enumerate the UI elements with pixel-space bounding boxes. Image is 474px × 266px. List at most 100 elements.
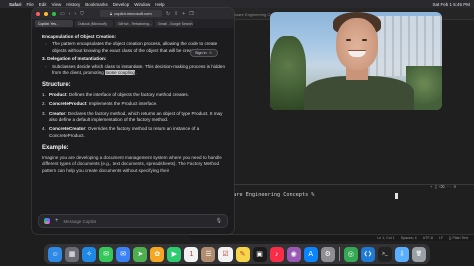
new-terminal-icon[interactable]: + (430, 184, 432, 189)
dock-mail-icon[interactable]: ✉ (116, 246, 131, 262)
dock-calendar-icon[interactable]: 1 (184, 246, 199, 262)
copilot-logo-icon (44, 218, 50, 224)
tab-overview-icon[interactable]: ❐ (189, 11, 193, 17)
status-position[interactable]: Ln 1, Col 1 (377, 236, 394, 240)
item3-num: 3. (42, 56, 46, 62)
dock-podcasts-icon[interactable]: ◉ (286, 246, 301, 262)
webcam-face (336, 18, 378, 70)
item3-text-before: Subclasses decide which class to instant… (52, 63, 226, 76)
dock-facetime-icon[interactable]: ▶ (167, 246, 182, 262)
structure-item-desc: : Declares the factory method, which ret… (49, 110, 223, 123)
item3-text-after: . (135, 70, 137, 76)
webcam-eye-left (346, 39, 351, 41)
user-icon: ☺ (208, 51, 213, 55)
lock-icon: 🔒︎ (109, 11, 113, 16)
structure-item-name: ConcreteProduct (49, 101, 87, 107)
dock-trash-icon[interactable]: 🗑 (411, 246, 426, 262)
terminal-toolbar: + ▯ ⌫ ⋯ ✕ (430, 184, 457, 189)
dock-launchpad-icon[interactable]: ▦ (65, 246, 80, 262)
dock-music-icon[interactable]: ♪ (269, 246, 284, 262)
status-spaces[interactable]: Spaces: 4 (401, 236, 417, 240)
item2-title: Encapsulation of Object Creation: (42, 34, 117, 39)
structure-item-desc: : Implements the Product interface. (86, 101, 158, 107)
dock-terminal-icon[interactable]: >_ (377, 246, 392, 262)
example-text: Imagine you are developing a document ma… (42, 154, 222, 173)
add-attachment-icon[interactable]: + (55, 218, 59, 224)
structure-item: 3. Creator: Declares the factory method,… (42, 111, 226, 124)
status-encoding[interactable]: UTF-8 (423, 236, 433, 240)
menubar-app-name[interactable]: Safari (9, 2, 22, 7)
more-icon[interactable]: ⋯ (447, 184, 451, 189)
share-icon[interactable]: ⇧ (174, 11, 178, 17)
dock-downloads-icon[interactable]: ⇩ (394, 246, 409, 262)
webcam-eye-right (362, 39, 367, 41)
dock-messages-icon[interactable]: ✉ (99, 246, 114, 262)
menubar-item-history[interactable]: History (66, 2, 80, 7)
tab-bar: Copilot: Yes... Outlook (Microsoft) GitH… (32, 19, 234, 28)
webcam-shirt (304, 76, 414, 110)
menubar-clock[interactable]: Sat Feb 1 5:45 PM (432, 2, 470, 7)
close-window-button[interactable] (36, 11, 40, 16)
structure-item-num: 2. (42, 101, 46, 107)
structure-item-num: 4. (42, 126, 46, 132)
item3-title: Delegation of Instantiation: (47, 56, 107, 62)
status-eol[interactable]: LF (439, 236, 443, 240)
reload-icon[interactable]: ↻ (166, 11, 170, 17)
menubar-item-window[interactable]: Window (134, 2, 150, 7)
structure-heading: Structure: (42, 82, 71, 89)
dock-chrome-icon[interactable]: ◎ (343, 246, 358, 262)
sign-in-label: Sign in (195, 51, 207, 55)
dock-notes-icon[interactable]: ✎ (235, 246, 250, 262)
menubar-item-view[interactable]: View (52, 2, 62, 7)
structure-item-desc: : Defines the interface of objects the f… (66, 91, 189, 97)
dock-system-settings-icon[interactable]: ⚙ (320, 246, 335, 262)
structure-item: 2. ConcreteProduct: Implements the Produ… (42, 101, 226, 107)
address-text: copilot.microsoft.com (114, 11, 152, 16)
dock: ☺ ▦ ✧ ✉ ✉ ➤ ✿ ▶ 1 ☰ ☑ ✎ ▣ ♪ ◉ A ⚙ ◎ ❮❯ >_ ⇩ 🗑 (44, 244, 430, 264)
dock-vscode-icon[interactable]: ❮❯ (360, 246, 375, 262)
browser-window: ▭ ‹ › ⛉ 🔒︎ copilot.microsoft.com ↻ ⇧ + ❐… (32, 8, 234, 234)
dock-maps-icon[interactable]: ➤ (133, 246, 148, 262)
menubar-item-edit[interactable]: Edit (39, 2, 47, 7)
back-icon[interactable]: ‹ (69, 11, 71, 17)
address-bar[interactable]: 🔒︎ copilot.microsoft.com (99, 10, 162, 17)
menubar-item-help[interactable]: Help (155, 2, 164, 7)
status-language[interactable]: {} Plain Text (449, 236, 468, 240)
minimize-window-button[interactable] (44, 11, 48, 16)
forward-icon[interactable]: › (74, 11, 76, 17)
dock-app-store-icon[interactable]: A (303, 246, 318, 262)
example-heading: Example: (42, 145, 69, 152)
microphone-icon[interactable]: 🎙︎ (216, 218, 222, 224)
structure-item: 4. ConcreteCreator: Overrides the factor… (42, 126, 226, 139)
new-tab-icon[interactable]: + (182, 11, 185, 17)
menubar: Safari File Edit View History Bookmarks … (0, 0, 474, 8)
close-panel-icon[interactable]: ✕ (453, 184, 456, 189)
highlighted-text[interactable]: loose coupling (105, 70, 136, 76)
webcam-tree-left (270, 36, 306, 110)
trash-terminal-icon[interactable]: ⌫ (439, 184, 445, 189)
dock-tv-icon[interactable]: ▣ (252, 246, 267, 262)
maximize-window-button[interactable] (52, 11, 56, 16)
dock-contacts-icon[interactable]: ☰ (201, 246, 216, 262)
dock-photos-icon[interactable]: ✿ (150, 246, 165, 262)
structure-item: 1. Product: Defines the interface of obj… (42, 92, 226, 98)
tab-gmail[interactable]: Gmail - Google Search (155, 20, 193, 27)
dock-finder-icon[interactable]: ☺ (48, 246, 63, 262)
menubar-item-file[interactable]: File (27, 2, 34, 7)
tab-outlook[interactable]: Outlook (Microsoft) (75, 20, 113, 27)
shield-icon[interactable]: ⛉ (80, 11, 84, 17)
split-terminal-icon[interactable]: ▯ (435, 184, 437, 189)
sign-in-button[interactable]: Sign in ☺ (190, 49, 218, 57)
tab-copilot[interactable]: Copilot: Yes... (35, 20, 73, 27)
webcam-overlay (270, 12, 442, 110)
structure-item-name: Creator (49, 110, 66, 116)
menubar-item-bookmarks[interactable]: Bookmarks (85, 2, 108, 7)
message-input[interactable]: Message Copilot (64, 219, 211, 224)
message-composer[interactable]: + Message Copilot 🎙︎ (38, 214, 228, 228)
dock-reminders-icon[interactable]: ☑ (218, 246, 233, 262)
structure-item-num: 3. (42, 110, 46, 116)
menubar-item-develop[interactable]: Develop (113, 2, 130, 7)
dock-safari-icon[interactable]: ✧ (82, 246, 97, 262)
sidebar-icon[interactable]: ▭ (60, 11, 65, 17)
tab-github[interactable]: GitHub - Refactoring... (115, 20, 153, 27)
